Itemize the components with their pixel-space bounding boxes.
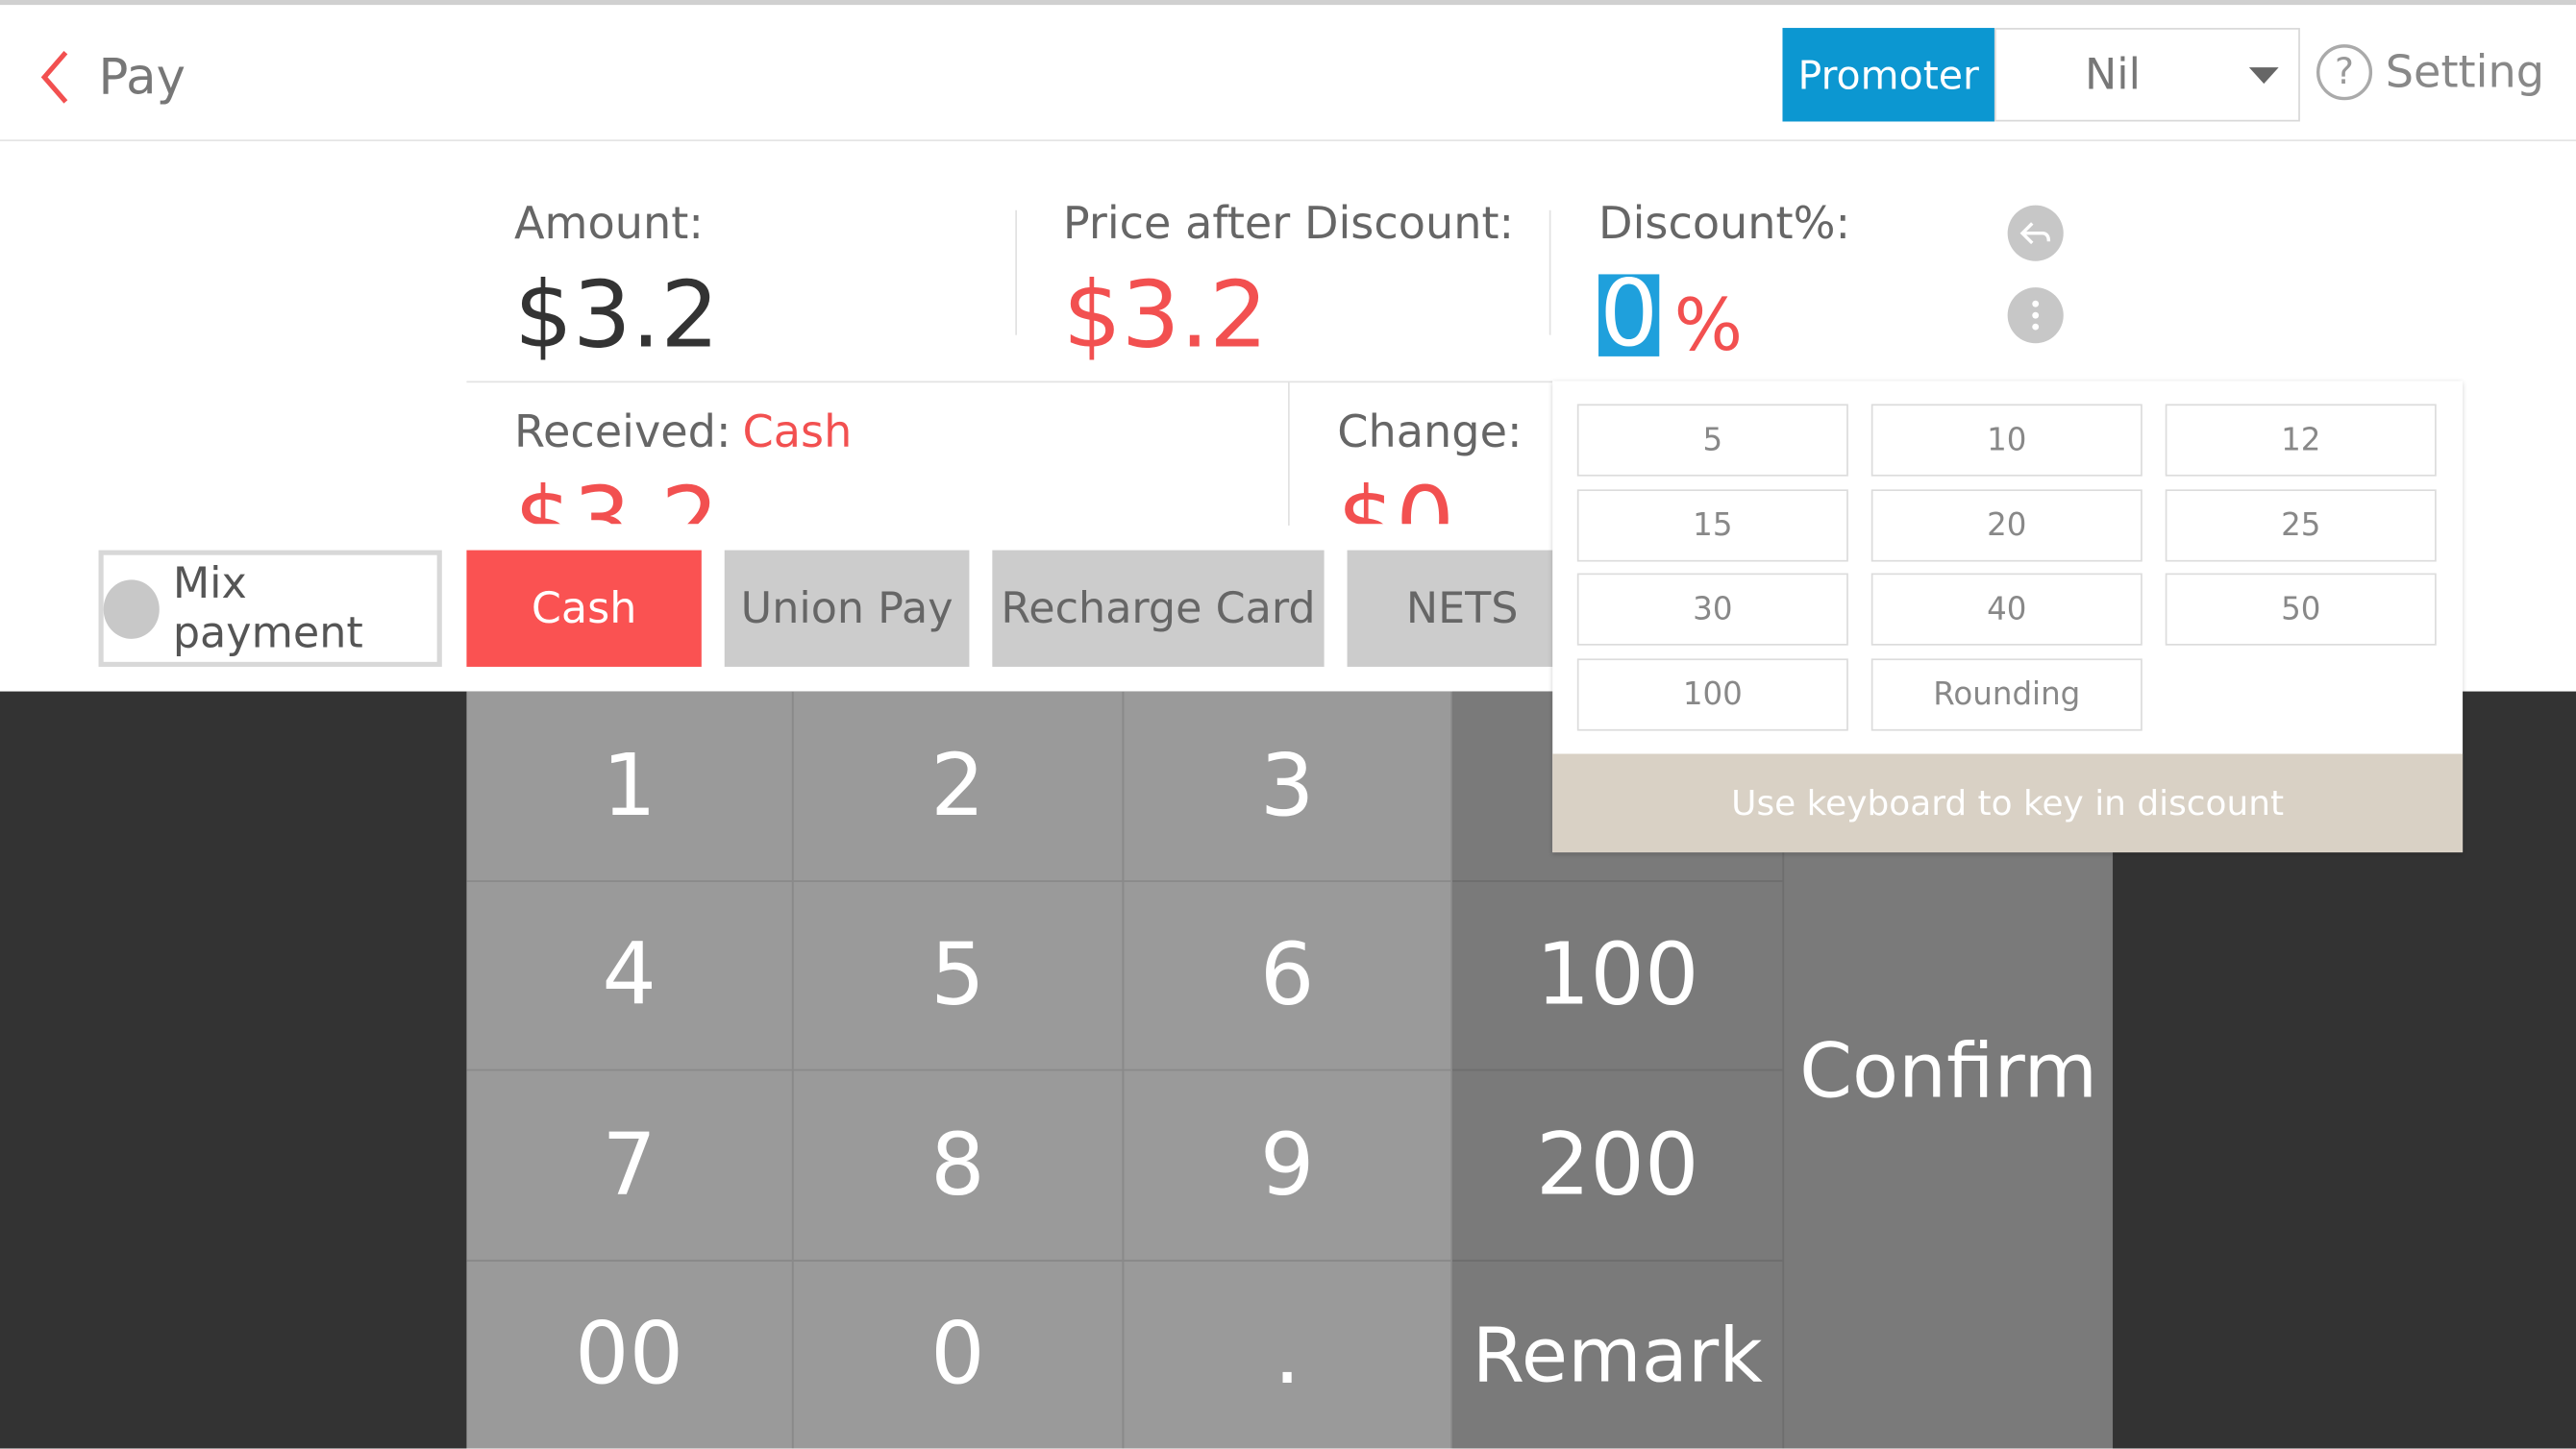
discount-option-20[interactable]: 20	[1870, 489, 2143, 562]
discount-option-5[interactable]: 5	[1576, 404, 1848, 477]
remark-button[interactable]: Remark	[1451, 1261, 1783, 1449]
received-method: Cash	[742, 406, 853, 458]
divider	[1288, 381, 1290, 526]
promoter-select[interactable]: Nil	[1994, 28, 2300, 122]
received-label: Received:	[513, 406, 731, 458]
price-after-discount-value: $3.2	[1062, 262, 1268, 370]
more-button[interactable]	[2007, 287, 2064, 344]
percent-sign: %	[1673, 283, 1744, 368]
change-value: $0	[1337, 476, 1534, 524]
key-4[interactable]: 4	[466, 881, 794, 1071]
discount-option-40[interactable]: 40	[1870, 573, 2143, 646]
reply-arrow-icon	[2019, 222, 2051, 245]
key-9[interactable]: 9	[1124, 1070, 1452, 1262]
tab-union-pay[interactable]: Union Pay	[724, 550, 970, 667]
radio-circle-icon	[103, 578, 161, 639]
question-circle-icon: ?	[2316, 44, 2373, 101]
discount-option-10[interactable]: 10	[1870, 404, 2143, 477]
discount-option-50[interactable]: 50	[2165, 573, 2437, 646]
setting-button[interactable]: ? Setting	[2316, 44, 2545, 101]
back-button[interactable]: Pay	[37, 41, 234, 113]
rounding-option[interactable]: Rounding	[1870, 658, 2143, 731]
promoter-select-value: Nil	[2084, 50, 2141, 100]
discount-option-25[interactable]: 25	[2165, 489, 2437, 562]
tab-recharge-card[interactable]: Recharge Card	[992, 550, 1325, 667]
page-title: Pay	[98, 48, 186, 107]
promoter-label: Promoter	[1782, 28, 1994, 122]
price-after-discount-label: Price after Discount:	[1062, 198, 1515, 250]
keyboard-hint-button[interactable]: Use keyboard to key in discount	[1552, 753, 2464, 853]
mix-payment-label: Mix payment	[172, 558, 363, 658]
discount-label: Discount%:	[1598, 198, 1851, 250]
key-1[interactable]: 1	[466, 691, 794, 882]
discount-option-15[interactable]: 15	[1576, 489, 1848, 562]
key-0[interactable]: 0	[793, 1261, 1125, 1449]
discount-option-30[interactable]: 30	[1576, 573, 1848, 646]
key-00[interactable]: 00	[466, 1261, 794, 1449]
key-3[interactable]: 3	[1124, 691, 1452, 882]
discount-popup: 5 10 12 15 20 25 30 40 50 100 Rounding U…	[1552, 381, 2464, 853]
discount-option-12[interactable]: 12	[2165, 404, 2437, 477]
setting-label: Setting	[2385, 46, 2545, 98]
key-7[interactable]: 7	[466, 1070, 794, 1262]
key-8[interactable]: 8	[793, 1070, 1125, 1262]
key-6[interactable]: 6	[1124, 881, 1452, 1071]
pay-screen: Pay Promoter Nil ? Setting Amount: $3.2 …	[0, 0, 2576, 1449]
divider	[1548, 209, 1551, 335]
amount-value: $3.2	[513, 262, 720, 370]
undo-button[interactable]	[2007, 205, 2064, 261]
amount-label: Amount:	[513, 198, 704, 250]
key-5[interactable]: 5	[793, 881, 1125, 1071]
key-200[interactable]: 200	[1451, 1070, 1783, 1262]
tab-cash[interactable]: Cash	[466, 550, 702, 667]
discount-input[interactable]: 0	[1598, 268, 1660, 360]
top-bar: Pay Promoter Nil ? Setting	[0, 0, 2576, 141]
vertical-dots-icon	[2032, 300, 2040, 331]
key-dot[interactable]: .	[1124, 1261, 1452, 1449]
change-value-clip: $0	[1337, 473, 1534, 524]
discount-option-100[interactable]: 100	[1576, 658, 1848, 731]
received-value: $3.2	[514, 476, 1007, 524]
caret-down-icon	[2248, 67, 2279, 85]
key-100[interactable]: 100	[1451, 881, 1783, 1071]
mix-payment-toggle[interactable]: Mix payment	[98, 550, 442, 667]
change-label: Change:	[1337, 406, 1523, 458]
divider	[1015, 209, 1017, 335]
tab-nets[interactable]: NETS	[1347, 550, 1577, 667]
received-value-clip: $3.2	[514, 473, 1007, 524]
chevron-left-icon	[40, 51, 68, 104]
divider	[466, 381, 1553, 383]
key-2[interactable]: 2	[793, 691, 1125, 882]
